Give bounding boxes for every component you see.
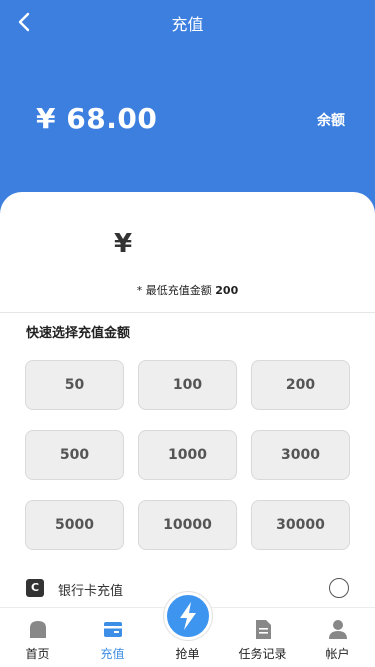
tab-label: 帐户 bbox=[325, 647, 350, 661]
divider bbox=[0, 312, 375, 313]
quick-select-title: 快速选择充值金额 bbox=[26, 326, 131, 341]
tab-label: 任务记录 bbox=[238, 647, 287, 661]
page-title: 充值 bbox=[171, 15, 204, 34]
minimum-amount-label: * 最低充值金额 bbox=[136, 284, 212, 297]
home-icon bbox=[29, 621, 46, 638]
tab-account[interactable]: 帐户 bbox=[300, 608, 375, 667]
amount-option-button[interactable]: 200 bbox=[251, 360, 350, 410]
minimum-amount-note: * 最低充值金额 200 bbox=[0, 282, 375, 298]
user-icon bbox=[328, 620, 347, 639]
amount-option-button[interactable]: 30000 bbox=[251, 500, 350, 550]
amount-option-button[interactable]: 3000 bbox=[251, 430, 350, 480]
tab-task-records[interactable]: 任务记录 bbox=[225, 608, 300, 667]
tab-label: 首页 bbox=[25, 647, 50, 661]
amount-option-button[interactable]: 50 bbox=[25, 360, 124, 410]
tab-recharge[interactable]: 充值 bbox=[75, 608, 150, 667]
balance-amount: ¥ 68.00 bbox=[36, 102, 158, 135]
amount-input[interactable]: ¥ bbox=[114, 229, 132, 259]
grab-order-button[interactable] bbox=[164, 592, 212, 640]
amount-option-button[interactable]: 5000 bbox=[25, 500, 124, 550]
wallet-icon bbox=[103, 622, 122, 637]
tab-label: 充值 bbox=[100, 647, 125, 661]
amount-option-button[interactable]: 500 bbox=[25, 430, 124, 480]
header: 充值 ¥ 68.00 余额 bbox=[0, 0, 375, 215]
tab-label: 抢单 bbox=[175, 647, 200, 661]
bank-card-icon: C bbox=[26, 579, 44, 597]
balance-label: 余额 bbox=[317, 113, 345, 129]
amount-option-button[interactable]: 100 bbox=[138, 360, 237, 410]
payment-method-radio[interactable] bbox=[329, 578, 349, 598]
tab-home[interactable]: 首页 bbox=[0, 608, 75, 667]
amount-option-button[interactable]: 1000 bbox=[138, 430, 237, 480]
document-icon bbox=[255, 620, 271, 639]
lightning-icon bbox=[180, 602, 196, 630]
amount-option-button[interactable]: 10000 bbox=[138, 500, 237, 550]
amount-grid: 50 100 200 500 1000 3000 5000 10000 3000… bbox=[25, 360, 351, 550]
minimum-amount-value: 200 bbox=[215, 284, 239, 297]
payment-method-label: 银行卡充值 bbox=[58, 584, 124, 599]
